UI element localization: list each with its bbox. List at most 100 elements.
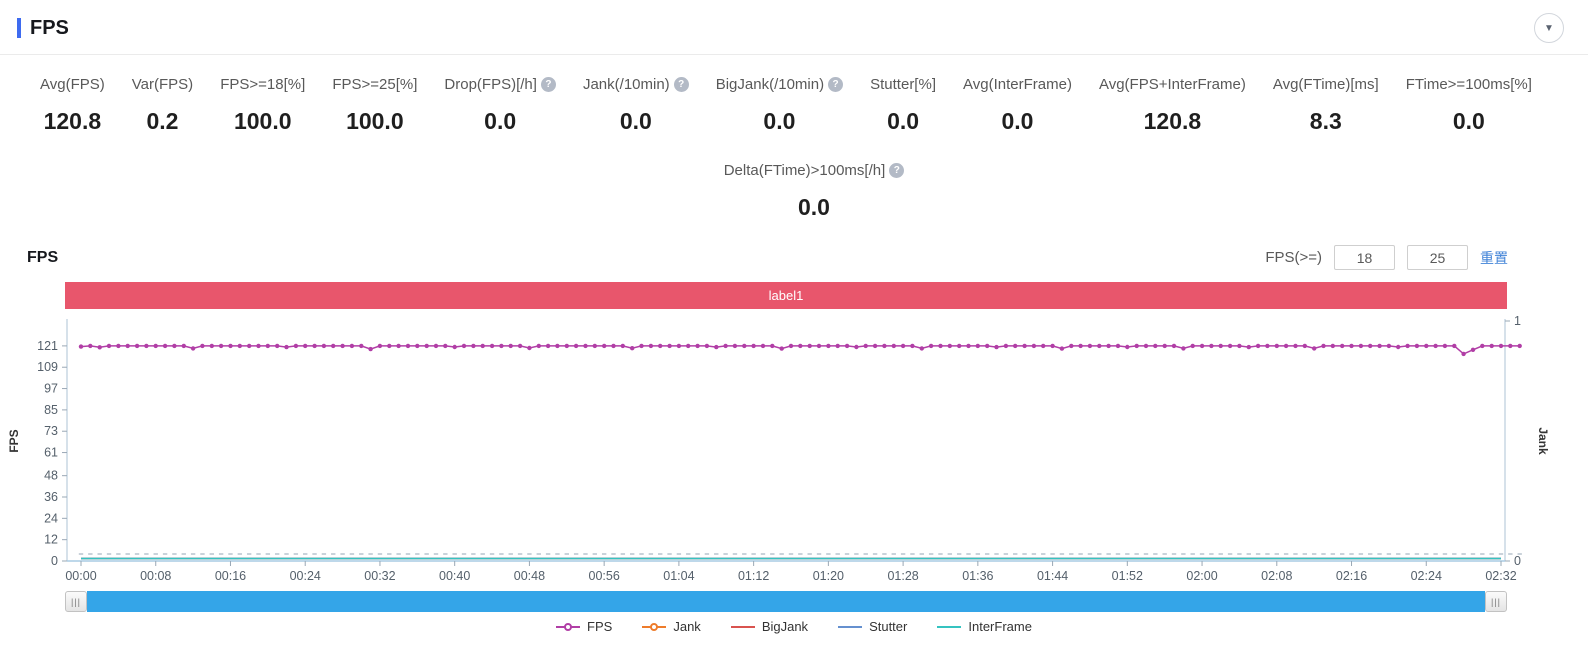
fps-data-point[interactable] [1312, 346, 1317, 351]
fps-data-point[interactable] [928, 343, 934, 349]
fps-data-point[interactable] [1134, 343, 1139, 349]
fps-data-point[interactable] [723, 343, 728, 349]
fps-data-point[interactable] [985, 343, 990, 349]
fps-data-point[interactable] [863, 343, 868, 349]
help-icon[interactable]: ? [828, 77, 844, 92]
fps-data-point[interactable] [368, 346, 373, 352]
fps-data-point[interactable] [1321, 343, 1326, 349]
fps-data-point[interactable] [1255, 343, 1261, 349]
fps-data-point[interactable] [349, 343, 355, 349]
chart-range-scrollbar[interactable]: ||| ||| [65, 591, 1507, 612]
fps-chart[interactable]: 0 12 24 36 48 61 73 85 97 109 121 0 1 00:00 00:08 00:16… [0, 314, 1588, 589]
fps-data-point[interactable] [1190, 343, 1195, 349]
fps-data-point[interactable] [134, 343, 140, 349]
fps-data-point[interactable] [97, 345, 102, 350]
fps-data-point[interactable] [1377, 343, 1382, 349]
fps-data-point[interactable] [312, 343, 317, 349]
fps-data-point[interactable] [975, 343, 980, 349]
fps-data-point[interactable] [527, 345, 532, 351]
fps-data-point[interactable] [1059, 346, 1065, 351]
fps-data-point[interactable] [1153, 343, 1158, 349]
fps-data-point[interactable] [1237, 343, 1242, 349]
fps-data-point[interactable] [125, 343, 130, 349]
fps-data-point[interactable] [807, 343, 812, 349]
fps-data-point[interactable] [658, 343, 663, 349]
fps-data-point[interactable] [966, 343, 971, 349]
help-icon[interactable]: ? [889, 163, 905, 178]
fps-data-point[interactable] [190, 346, 196, 351]
fps-data-point[interactable] [228, 343, 233, 349]
fps-data-point[interactable] [265, 343, 270, 349]
fps-data-point[interactable] [1209, 343, 1214, 349]
legend-item-fps[interactable]: FPS [556, 619, 612, 634]
fps-data-point[interactable] [489, 343, 495, 349]
fps-data-point[interactable] [891, 343, 896, 349]
chart-canvas[interactable]: 0 12 24 36 48 61 73 85 97 109 121 0 1 00:00 00:08 00:16… [0, 314, 1588, 584]
fps-data-point[interactable] [947, 343, 952, 349]
fps-data-point[interactable] [1330, 343, 1336, 349]
fps-data-point[interactable] [732, 343, 738, 349]
fps-data-point[interactable] [1031, 343, 1037, 349]
fps-data-point[interactable] [1414, 343, 1420, 349]
legend-item-interframe[interactable]: InterFrame [937, 619, 1032, 634]
fps-data-point[interactable] [1050, 343, 1055, 349]
fps-data-point[interactable] [770, 343, 775, 349]
fps-data-point[interactable] [1106, 343, 1111, 349]
fps-data-point[interactable] [1508, 343, 1513, 349]
fps-data-point[interactable] [620, 343, 625, 349]
fps-data-point[interactable] [1265, 343, 1270, 349]
fps-data-point[interactable] [630, 346, 635, 351]
fps-data-point[interactable] [480, 343, 485, 349]
fps-data-point[interactable] [1218, 343, 1223, 349]
fps-data-point[interactable] [1246, 344, 1252, 350]
help-icon[interactable]: ? [540, 77, 556, 92]
fps-data-point[interactable] [377, 343, 383, 349]
fps-data-point[interactable] [1143, 343, 1149, 349]
fps-data-point[interactable] [256, 343, 261, 349]
fps-data-point[interactable] [835, 343, 840, 349]
fps-data-point[interactable] [704, 343, 710, 349]
fps-data-point[interactable] [1424, 343, 1429, 349]
fps-data-point[interactable] [1283, 343, 1289, 349]
scrollbar-right-handle[interactable]: ||| [1485, 591, 1507, 612]
fps-data-point[interactable] [88, 343, 93, 349]
fps-data-point[interactable] [387, 343, 392, 349]
fps-data-point[interactable] [938, 343, 943, 349]
legend-item-bigjank[interactable]: BigJank [730, 619, 808, 634]
fps-data-point[interactable] [545, 343, 551, 349]
fps-data-point[interactable] [415, 343, 420, 349]
fps-data-point[interactable] [555, 343, 560, 349]
reset-link[interactable]: 重置 [1480, 248, 1508, 268]
fps-data-point[interactable] [1097, 343, 1102, 349]
fps-data-point[interactable] [1013, 343, 1018, 349]
fps-data-point[interactable] [443, 343, 448, 349]
chevron-down-icon[interactable]: ▼ [1534, 13, 1564, 43]
fps-data-point[interactable] [247, 343, 252, 349]
fps-data-point[interactable] [78, 344, 84, 349]
fps-data-point[interactable] [396, 343, 401, 349]
fps-data-point[interactable] [1433, 343, 1438, 349]
help-icon[interactable]: ? [673, 77, 689, 92]
fps-data-point[interactable] [1461, 351, 1466, 357]
fps-data-point[interactable] [1405, 343, 1410, 349]
fps-data-point[interactable] [592, 343, 597, 349]
fps-data-point[interactable] [1274, 343, 1280, 349]
fps-data-point[interactable] [564, 343, 569, 349]
fps-data-point[interactable] [760, 343, 766, 349]
fps-data-point[interactable] [237, 343, 242, 349]
legend-item-stutter[interactable]: Stutter [838, 619, 907, 634]
fps-data-point[interactable] [1368, 343, 1373, 349]
fps-data-point[interactable] [144, 343, 149, 349]
fps-data-point[interactable] [1349, 343, 1354, 349]
fps-data-point[interactable] [676, 343, 682, 349]
fps-data-point[interactable] [340, 343, 345, 349]
fps-data-point[interactable] [209, 343, 214, 349]
fps-data-point[interactable] [742, 343, 747, 349]
fps-data-point[interactable] [1162, 343, 1167, 349]
fps-data-point[interactable] [854, 344, 859, 350]
fps-data-point[interactable] [1470, 347, 1476, 352]
fps-data-point[interactable] [1480, 343, 1485, 349]
legend-item-jank[interactable]: Jank [642, 619, 701, 634]
fps-data-point[interactable] [788, 343, 794, 349]
fps-data-point[interactable] [359, 343, 364, 349]
